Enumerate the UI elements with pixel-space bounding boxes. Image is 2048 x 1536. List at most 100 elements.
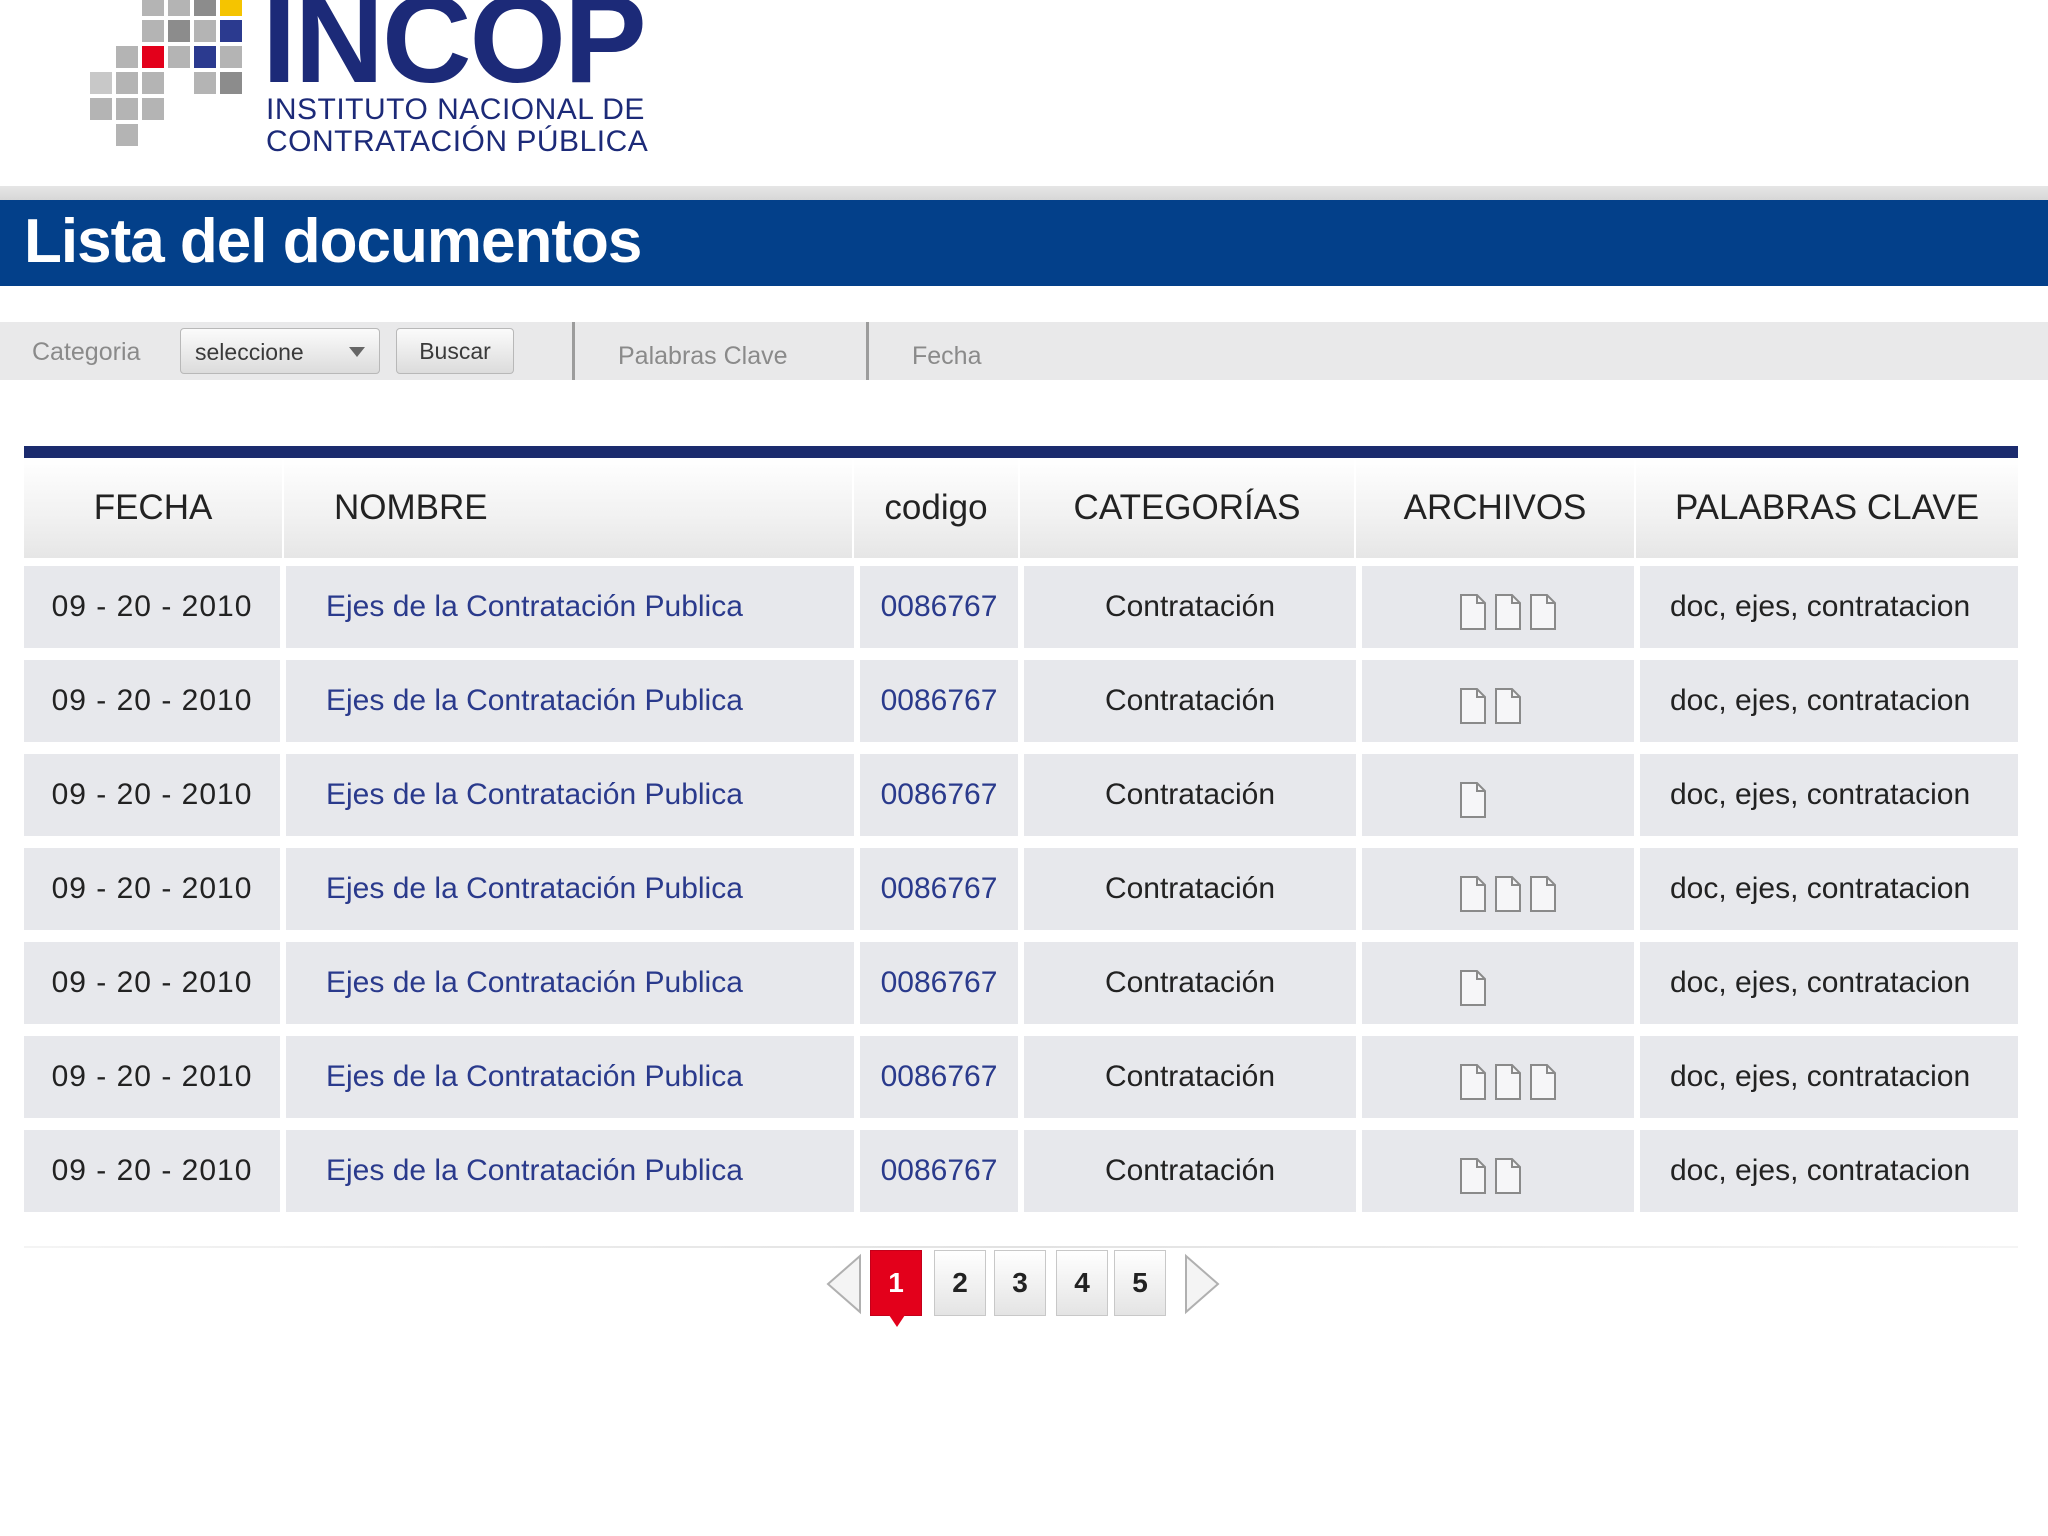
column-header-archivos[interactable]: ARCHIVOS (1356, 458, 1634, 558)
top-divider-stripe (0, 186, 2048, 200)
pagination: 12345 (824, 1246, 1224, 1336)
document-icon[interactable] (1458, 875, 1488, 913)
document-icon[interactable] (1458, 1063, 1488, 1101)
column-header-fecha[interactable]: FECHA (24, 458, 282, 558)
document-icon[interactable] (1493, 687, 1523, 725)
column-header-palabras-clave[interactable]: PALABRAS CLAVE (1636, 458, 2018, 558)
table-row: 09 - 20 - 2010 Ejes de la Contratación Pu… (24, 566, 2018, 648)
filter-divider (572, 322, 575, 380)
document-code-link[interactable]: 0086767 (881, 966, 998, 1000)
cell-nombre: Ejes de la Contratación Publica (286, 660, 854, 742)
document-code-link[interactable]: 0086767 (881, 1060, 998, 1094)
cell-nombre: Ejes de la Contratación Publica (286, 848, 854, 930)
cell-archivos (1362, 754, 1634, 836)
page-1-button[interactable]: 1 (870, 1250, 922, 1327)
filter-divider (866, 322, 869, 380)
chevron-down-icon (349, 347, 365, 357)
cell-fecha: 09 - 20 - 2010 (24, 566, 280, 648)
page-2-button[interactable]: 2 (934, 1250, 986, 1316)
keywords-filter-tab[interactable]: Palabras Clave (618, 342, 788, 371)
document-name-link[interactable]: Ejes de la Contratación Publica (326, 590, 743, 624)
document-code-link[interactable]: 0086767 (881, 778, 998, 812)
cell-categoria: Contratación (1024, 1036, 1356, 1118)
cell-archivos (1362, 1130, 1634, 1212)
cell-categoria: Contratación (1024, 660, 1356, 742)
page-3-button[interactable]: 3 (994, 1250, 1046, 1316)
category-select-value: seleccione (195, 339, 304, 365)
table-row: 09 - 20 - 2010 Ejes de la Contratación Pu… (24, 942, 2018, 1024)
category-label: Categoria (32, 338, 141, 366)
document-icon[interactable] (1458, 969, 1488, 1007)
document-icon[interactable] (1493, 1063, 1523, 1101)
document-icon[interactable] (1528, 1063, 1558, 1101)
cell-categoria: Contratación (1024, 942, 1356, 1024)
document-icon[interactable] (1493, 875, 1523, 913)
title-bar: Lista del documentos (0, 200, 2048, 286)
cell-archivos (1362, 848, 1634, 930)
cell-palabras-clave: doc, ejes, contratacion (1640, 566, 2018, 648)
cell-archivos (1362, 660, 1634, 742)
page-title: Lista del documentos (24, 207, 642, 276)
column-header-nombre[interactable]: NOMBRE (284, 458, 852, 558)
cell-categoria: Contratación (1024, 566, 1356, 648)
logo-mosaic-icon (90, 0, 242, 146)
cell-fecha: 09 - 20 - 2010 (24, 1036, 280, 1118)
page-4-button[interactable]: 4 (1056, 1250, 1108, 1316)
cell-codigo: 0086767 (860, 754, 1018, 836)
document-name-link[interactable]: Ejes de la Contratación Publica (326, 778, 743, 812)
table-row: 09 - 20 - 2010 Ejes de la Contratación Pu… (24, 848, 2018, 930)
column-header-codigo[interactable]: codigo (854, 458, 1018, 558)
cell-archivos (1362, 942, 1634, 1024)
cell-fecha: 09 - 20 - 2010 (24, 942, 280, 1024)
cell-palabras-clave: doc, ejes, contratacion (1640, 1036, 2018, 1118)
table-row: 09 - 20 - 2010 Ejes de la Contratación Pu… (24, 754, 2018, 836)
cell-codigo: 0086767 (860, 1130, 1018, 1212)
cell-codigo: 0086767 (860, 848, 1018, 930)
document-name-link[interactable]: Ejes de la Contratación Publica (326, 684, 743, 718)
column-header-categorias[interactable]: CATEGORÍAS (1020, 458, 1354, 558)
document-name-link[interactable]: Ejes de la Contratación Publica (326, 1154, 743, 1188)
search-button[interactable]: Buscar (396, 328, 514, 374)
document-code-link[interactable]: 0086767 (881, 872, 998, 906)
cell-categoria: Contratación (1024, 848, 1356, 930)
date-filter-tab[interactable]: Fecha (912, 342, 981, 371)
cell-archivos (1362, 566, 1634, 648)
document-icon[interactable] (1458, 593, 1488, 631)
logo-subtitle-line2: CONTRATACIÓN PÚBLICA (266, 125, 649, 158)
document-code-link[interactable]: 0086767 (881, 1154, 998, 1188)
document-icon[interactable] (1528, 875, 1558, 913)
cell-codigo: 0086767 (860, 942, 1018, 1024)
logo-subtitle: INSTITUTO NACIONAL DE CONTRATACIÓN PÚBLI… (266, 94, 648, 158)
category-select[interactable]: seleccione (180, 328, 380, 374)
document-icon[interactable] (1458, 1157, 1488, 1195)
logo-wordmark: INCOP (262, 0, 647, 109)
document-icon[interactable] (1493, 593, 1523, 631)
cell-nombre: Ejes de la Contratación Publica (286, 1130, 854, 1212)
document-icon[interactable] (1458, 687, 1488, 725)
cell-nombre: Ejes de la Contratación Publica (286, 942, 854, 1024)
incop-logo: INCOP INSTITUTO NACIONAL DE CONTRATACIÓN… (90, 0, 650, 160)
document-name-link[interactable]: Ejes de la Contratación Publica (326, 1060, 743, 1094)
cell-palabras-clave: doc, ejes, contratacion (1640, 942, 2018, 1024)
arrow-right-icon[interactable] (1182, 1252, 1222, 1316)
cell-archivos (1362, 1036, 1634, 1118)
document-code-link[interactable]: 0086767 (881, 590, 998, 624)
document-icon[interactable] (1528, 593, 1558, 631)
document-code-link[interactable]: 0086767 (881, 684, 998, 718)
document-name-link[interactable]: Ejes de la Contratación Publica (326, 872, 743, 906)
arrow-left-icon[interactable] (824, 1252, 864, 1316)
document-icon[interactable] (1493, 1157, 1523, 1195)
cell-nombre: Ejes de la Contratación Publica (286, 754, 854, 836)
cell-fecha: 09 - 20 - 2010 (24, 754, 280, 836)
cell-fecha: 09 - 20 - 2010 (24, 848, 280, 930)
cell-codigo: 0086767 (860, 660, 1018, 742)
table-top-border (24, 446, 2018, 458)
cell-palabras-clave: doc, ejes, contratacion (1640, 754, 2018, 836)
page-5-button[interactable]: 5 (1114, 1250, 1166, 1316)
document-icon[interactable] (1458, 781, 1488, 819)
cell-codigo: 0086767 (860, 566, 1018, 648)
cell-palabras-clave: doc, ejes, contratacion (1640, 848, 2018, 930)
document-name-link[interactable]: Ejes de la Contratación Publica (326, 966, 743, 1000)
cell-nombre: Ejes de la Contratación Publica (286, 566, 854, 648)
cell-fecha: 09 - 20 - 2010 (24, 1130, 280, 1212)
